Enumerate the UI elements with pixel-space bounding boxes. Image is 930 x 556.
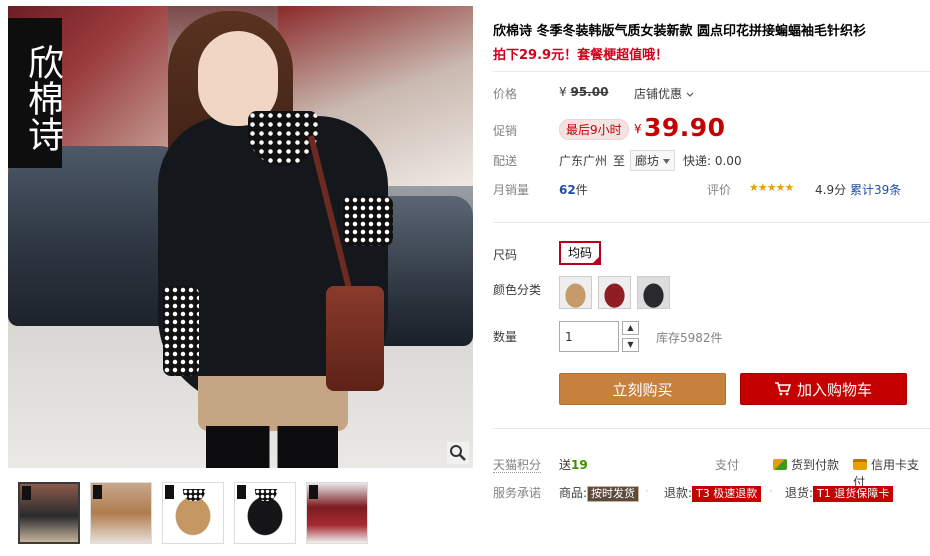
rating-score: 4.9分 (815, 183, 847, 197)
price-label: 价格 (493, 87, 518, 101)
thumbnail-1[interactable] (18, 482, 80, 544)
thumbnail-3[interactable] (162, 482, 224, 544)
product-title: 欣棉诗 冬季冬装韩版气质女装新款 圆点印花拼接蝙蝠袖毛针织衫 (493, 24, 867, 39)
product-subtitle: 拍下29.9元！套餐梗超值哦！ (493, 48, 669, 63)
fast-refund-badge[interactable]: T3 极速退款 (692, 486, 762, 502)
points-give-word: 送 (559, 458, 572, 472)
monthly-sales: 62件 (559, 181, 588, 198)
tmall-points-row: 天猫积分 (493, 456, 542, 473)
credit-card-icon (853, 459, 867, 470)
stock-count: 库存5982件 (656, 331, 723, 345)
thumbnail-2[interactable] (90, 482, 152, 544)
product-detail-panel: 欣棉诗 冬季冬装韩版气质女装新款 圆点印花拼接蝙蝠袖毛针织衫 拍下29.9元！套… (493, 0, 930, 556)
current-price-currency: ¥ (634, 122, 642, 136)
size-label: 尺码 (493, 248, 518, 262)
shipping-destination-select[interactable]: 廊坊 (630, 150, 675, 171)
chevron-down-icon (686, 92, 694, 97)
caret-down-icon (662, 159, 670, 164)
main-product-image[interactable]: 欣棉诗 (8, 6, 473, 468)
tmall-points-label[interactable]: 天猫积分 (493, 458, 542, 473)
divider (493, 71, 930, 72)
separator-dot: · (769, 484, 773, 498)
shipping-label: 配送 (493, 154, 518, 168)
polka-dot-cuff-right (343, 196, 393, 246)
color-options (559, 276, 670, 309)
payment-cod: 货到付款 (773, 456, 839, 473)
promise-goods-label: 商品: (559, 486, 588, 500)
selected-check-icon (591, 255, 601, 265)
quantity-input[interactable] (559, 321, 619, 352)
size-option-selected[interactable]: 均码 (559, 241, 601, 265)
quantity-decrease-button[interactable]: ▼ (622, 338, 639, 352)
monthly-sales-unit: 件 (575, 183, 588, 197)
thumbnail-4[interactable] (234, 482, 296, 544)
monthly-sales-label: 月销量 (493, 183, 530, 197)
divider (493, 222, 930, 223)
monthly-sales-count: 62 (559, 183, 576, 197)
cart-icon (774, 382, 791, 396)
color-swatch-wine-red[interactable] (598, 276, 631, 309)
rating-stars-icon: ★★★★★ (749, 181, 794, 194)
original-price-currency: ¥ (559, 85, 567, 99)
quantity-increase-button[interactable]: ▲ (622, 321, 639, 335)
brown-bag (326, 286, 384, 391)
payment-label: 支付 (715, 458, 740, 472)
tmall-points-value: 送19 (559, 456, 588, 473)
return-guarantee-badge[interactable]: T1 退货保障卡 (813, 486, 894, 502)
promise-refund: 退款: T3 极速退款 (664, 484, 762, 502)
color-swatch-camel[interactable] (559, 276, 592, 309)
promo-label: 促销 (493, 124, 518, 138)
size-option-label: 均码 (567, 246, 592, 260)
payment-cod-label: 货到付款 (791, 458, 840, 472)
current-price: 39.90 (644, 113, 726, 142)
promise-return-label: 退货: (785, 486, 814, 500)
shop-discount-label: 店铺优惠 (634, 87, 683, 101)
add-to-cart-button[interactable]: 加入购物车 (740, 373, 907, 405)
add-to-cart-label: 加入购物车 (796, 381, 872, 399)
promise-refund-label: 退款: (664, 486, 693, 500)
review-count-link[interactable]: 累计39条 (850, 181, 901, 198)
thumbnail-5[interactable] (306, 482, 368, 544)
shipping-destination-value: 廊坊 (635, 154, 660, 168)
original-price-value: 95.00 (570, 85, 609, 99)
separator-dot: · (645, 484, 649, 498)
original-price: ¥ 95.00 (559, 85, 608, 99)
promise-return: 退货: T1 退货保障卡 (785, 484, 894, 502)
shipping-fee: 快递: 0.00 (683, 154, 742, 168)
buy-now-button[interactable]: 立刻购买 (559, 373, 726, 405)
on-time-delivery-badge[interactable]: 按时发货 (587, 486, 640, 502)
promo-countdown-badge: 最后9小时 (559, 119, 629, 140)
quantity-label: 数量 (493, 330, 518, 344)
rating-label: 评价 (707, 183, 732, 197)
promise-goods: 商品: 按时发货 (559, 484, 640, 502)
brand-watermark: 欣棉诗 (8, 18, 63, 168)
service-promise-label: 服务承诺 (493, 486, 542, 500)
polka-dot-cuff-left (163, 286, 199, 376)
points-number: 19 (571, 458, 588, 472)
model-legs (206, 426, 338, 468)
shipping-to-word: 至 (613, 154, 626, 168)
shipping-origin: 广东广州 (559, 154, 608, 168)
color-label: 颜色分类 (493, 283, 542, 297)
shop-discount-dropdown[interactable]: 店铺优惠 (634, 85, 694, 102)
thumbnail-strip (18, 482, 368, 544)
cash-on-delivery-icon (773, 459, 787, 470)
color-swatch-black[interactable] (637, 276, 670, 309)
divider (493, 428, 930, 429)
zoom-icon[interactable] (447, 442, 469, 464)
